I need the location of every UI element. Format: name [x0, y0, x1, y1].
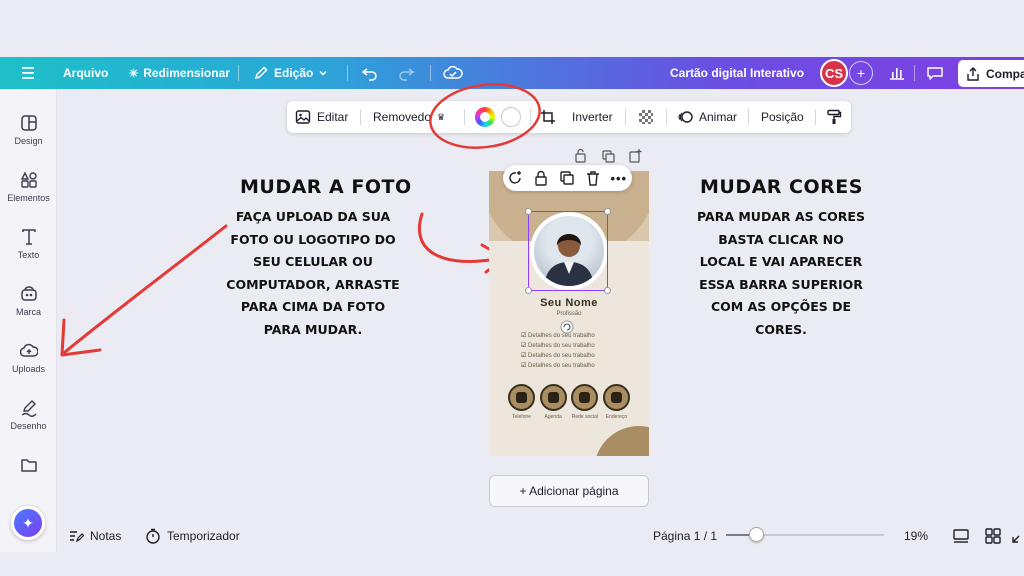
more-options-icon[interactable]: ••• [610, 171, 627, 186]
add-page-icon[interactable] [629, 149, 642, 163]
arrow-to-uploads [63, 224, 228, 354]
resize-handle[interactable] [525, 287, 532, 294]
highlight-ellipse [429, 83, 541, 149]
detail-item[interactable]: Detalhes do seu trabalho [521, 331, 595, 341]
annotation-line: PARA CIMA DA FOTO [240, 299, 386, 314]
annotation-line: FAÇA UPLOAD DA SUA [235, 209, 391, 224]
element-floating-toolbar: ••• [503, 165, 632, 191]
left-annotation-title: MUDAR A FOTO [240, 176, 412, 198]
annotation-line: FOTO OU LOGOTIPO DO [230, 231, 396, 247]
trash-icon[interactable] [585, 170, 601, 186]
right-annotation-body: PARA MUDAR AS CORES BASTA CLICAR NO LOCA… [692, 206, 870, 341]
calendar-icon[interactable]: Agenda [539, 384, 567, 420]
notes-icon [70, 531, 84, 543]
card-name[interactable]: Seu Nome [489, 297, 649, 309]
card-role[interactable]: Profissão [489, 311, 649, 317]
card-contact-icons: Telefone Agenda Rede social Endereço [508, 384, 630, 420]
annotation-line: LOCAL E VAI APARECER [699, 254, 863, 269]
social-icon[interactable]: Rede social [571, 384, 599, 420]
lock-icon[interactable] [575, 148, 586, 163]
bottom-margin [0, 552, 1024, 576]
left-annotation-body: FAÇA UPLOAD DA SUA FOTO OU LOGOTIPO DO S… [224, 206, 402, 341]
add-page-button[interactable]: + Adicionar página [489, 475, 649, 507]
zoom-value[interactable]: 19% [904, 527, 928, 545]
comment-add-icon[interactable] [508, 170, 524, 186]
annotation-line: PARA MUDAR. [263, 321, 363, 337]
annotation-line: BASTA CLICAR NO [718, 231, 844, 247]
zoom-slider-fill [726, 534, 750, 536]
page-view-icon[interactable] [952, 527, 970, 545]
resize-handle[interactable] [604, 208, 611, 215]
page-controls [575, 148, 642, 163]
annotation-line: COMPUTADOR, ARRASTE [226, 276, 400, 292]
location-icon[interactable]: Endereço [602, 384, 630, 420]
page-counter[interactable]: Página 1 / 1 [653, 527, 717, 545]
resize-handle[interactable] [604, 287, 611, 294]
fullscreen-icon[interactable] [1010, 527, 1024, 545]
annotation-line: ESSA BARRA SUPERIOR [699, 276, 863, 292]
annotation-line: PARA MUDAR AS CORES [697, 209, 865, 224]
zoom-slider-thumb[interactable] [749, 527, 764, 542]
annotation-line: COM AS OPÇÕES DE [710, 299, 851, 314]
grid-view-icon[interactable] [984, 527, 1002, 545]
annotation-line: CORES. [755, 321, 807, 337]
notes-button[interactable]: Notas [68, 527, 121, 545]
detail-item[interactable]: Detalhes do seu trabalho [521, 351, 595, 361]
card-details-list: Detalhes do seu trabalho Detalhes do seu… [521, 331, 595, 371]
timer-icon [146, 528, 160, 544]
right-annotation-title: MUDAR CORES [700, 176, 863, 198]
selection-box [528, 211, 608, 291]
phone-icon[interactable]: Telefone [508, 384, 535, 420]
timer-button[interactable]: Temporizador [145, 527, 240, 545]
duplicate-page-icon[interactable] [602, 150, 615, 163]
lock-icon[interactable] [533, 170, 549, 186]
detail-item[interactable]: Detalhes do seu trabalho [521, 361, 595, 371]
detail-item[interactable]: Detalhes do seu trabalho [521, 341, 595, 351]
duplicate-icon[interactable] [559, 170, 575, 186]
annotation-line: SEU CELULAR OU [253, 254, 373, 269]
resize-handle[interactable] [525, 208, 532, 215]
